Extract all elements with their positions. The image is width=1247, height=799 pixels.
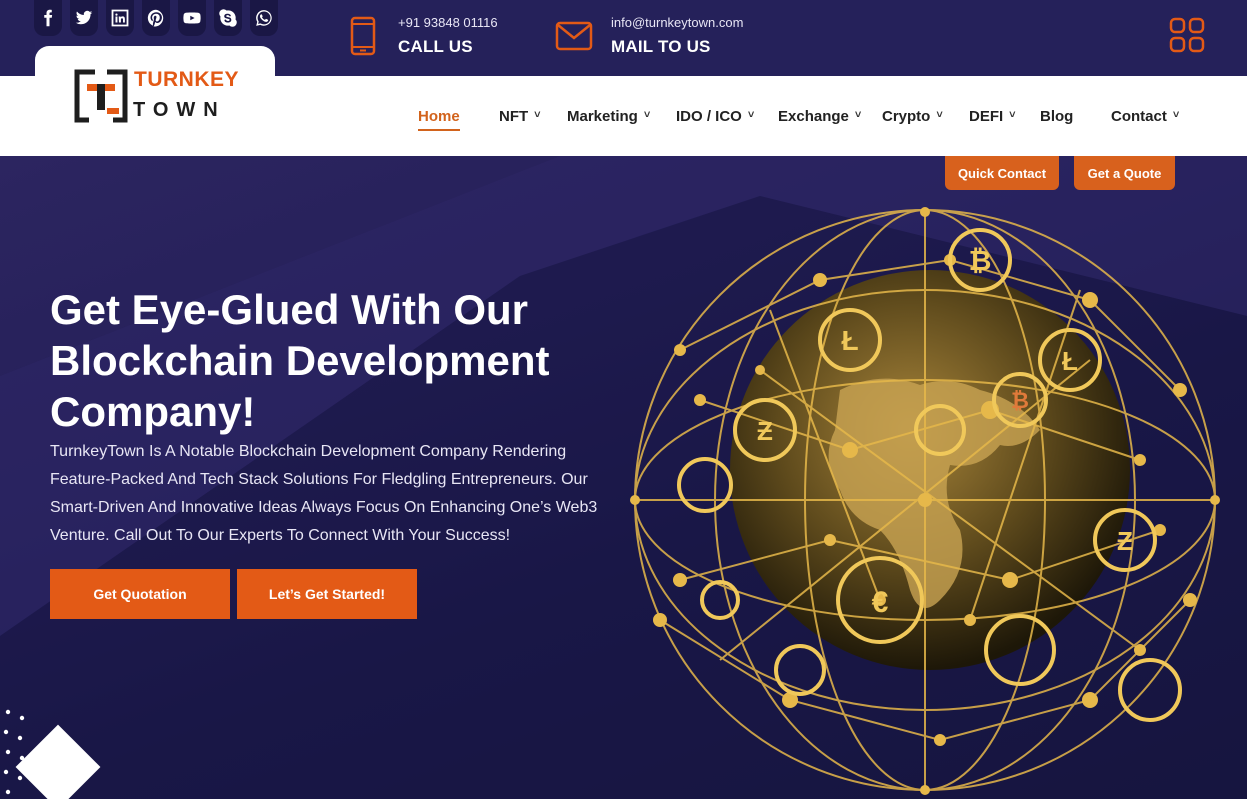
grid-icon[interactable] <box>1169 17 1205 58</box>
nav-home[interactable]: Home <box>418 108 460 131</box>
svg-text:₿: ₿ <box>1011 388 1029 413</box>
svg-text:Ł: Ł <box>1062 346 1078 376</box>
chevron-down-icon: ˅ <box>747 109 755 121</box>
social-links <box>34 0 278 36</box>
hero-title-line-2: Blockchain Development <box>50 337 550 384</box>
mail-to-us-label: MAIL TO US <box>611 37 711 56</box>
svg-text:₿: ₿ <box>969 245 992 276</box>
get-started-button[interactable]: Let’s Get Started! <box>237 569 417 619</box>
svg-text:Ƶ: Ƶ <box>757 416 773 446</box>
hero-title: Get Eye-Glued With Our Blockchain Develo… <box>50 284 610 437</box>
phone-number[interactable]: +91 93848 01116 <box>398 14 498 32</box>
nav-exchange-label: Exchange <box>778 108 849 125</box>
nav-contact-label: Contact <box>1111 108 1167 125</box>
svg-text:€: € <box>872 586 889 619</box>
logo[interactable]: TURNKEY TOWN <box>35 46 275 156</box>
pinterest-icon[interactable] <box>142 0 170 36</box>
chevron-down-icon: ˅ <box>534 109 541 121</box>
mail-icon <box>555 21 593 51</box>
chevron-down-icon: ˅ <box>1172 109 1180 121</box>
nav-exchange[interactable]: Exchange ˅ <box>778 108 861 125</box>
hero-title-line-3: Company! <box>50 388 256 435</box>
nav-marketing[interactable]: Marketing ˅ <box>567 108 650 125</box>
whatsapp-icon[interactable] <box>250 0 278 36</box>
call-block[interactable]: +91 93848 01116 CALL US <box>350 14 498 57</box>
linkedin-icon[interactable] <box>106 0 134 36</box>
twitter-icon[interactable] <box>70 0 98 36</box>
logo-text-bottom: TOWN <box>133 99 226 121</box>
nav-crypto-label: Crypto <box>882 108 931 125</box>
quick-contact-button[interactable]: Quick Contact <box>945 156 1059 190</box>
hero-title-line-1: Get Eye-Glued With Our <box>50 286 528 333</box>
nav-nft-label: NFT <box>499 108 529 125</box>
nav-ido-ico[interactable]: IDO / ICO ˅ <box>676 108 754 125</box>
nav-ido-ico-label: IDO / ICO <box>676 108 742 125</box>
svg-text:Ł: Ł <box>841 325 858 356</box>
chevron-down-icon: ˅ <box>936 109 943 121</box>
hero-section: Quick Contact Get a Quote Get Eye-Glued … <box>0 156 1247 799</box>
nav-marketing-label: Marketing <box>567 108 638 125</box>
nav-blog[interactable]: Blog <box>1040 108 1073 125</box>
nav-contact[interactable]: Contact ˅ <box>1111 108 1179 125</box>
hero-description: TurnkeyTown Is A Notable Blockchain Deve… <box>50 443 598 544</box>
nav-nft[interactable]: NFT ˅ <box>499 108 541 125</box>
svg-text:Ƶ: Ƶ <box>1117 526 1133 556</box>
get-a-quote-button[interactable]: Get a Quote <box>1074 156 1175 190</box>
facebook-icon[interactable] <box>34 0 62 36</box>
chevron-down-icon: ˅ <box>854 109 862 121</box>
nav-defi[interactable]: DEFI ˅ <box>969 108 1016 125</box>
nav-crypto[interactable]: Crypto ˅ <box>882 108 943 125</box>
phone-icon <box>350 16 376 56</box>
nav-defi-label: DEFI <box>969 108 1004 125</box>
mail-address[interactable]: info@turnkeytown.com <box>611 14 743 32</box>
mail-block[interactable]: info@turnkeytown.com MAIL TO US <box>555 14 743 57</box>
skype-icon[interactable] <box>214 0 242 36</box>
youtube-icon[interactable] <box>178 0 206 36</box>
get-quotation-button[interactable]: Get Quotation <box>50 569 230 619</box>
call-us-label: CALL US <box>398 37 473 56</box>
chevron-down-icon: ˅ <box>643 109 651 121</box>
nav-blog-label: Blog <box>1040 108 1074 125</box>
logo-text-top: TURNKEY <box>134 68 240 91</box>
nav-home-label: Home <box>418 108 460 125</box>
blockchain-globe-image: ₿ Ł Ł Ƶ ₿ Ƶ € <box>630 207 1220 795</box>
logo-mark-icon <box>73 68 129 129</box>
chevron-down-icon: ˅ <box>1009 109 1016 121</box>
